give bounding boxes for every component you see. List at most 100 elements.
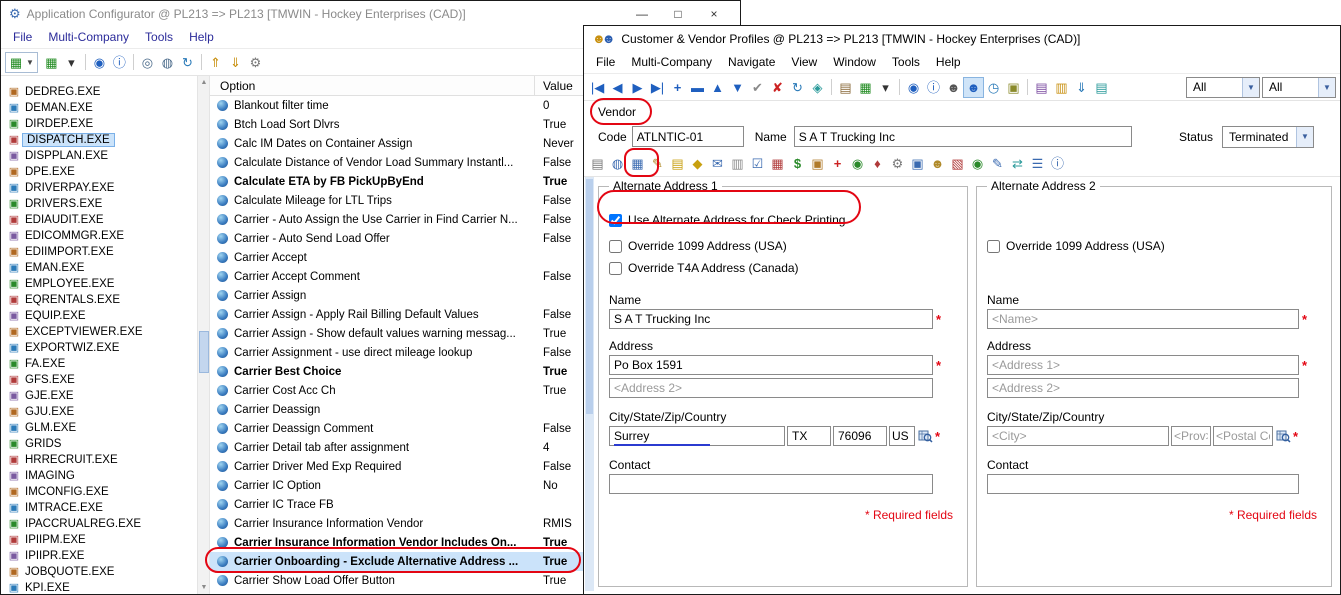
dropdown-arrow-icon[interactable]: ▼ — [1242, 78, 1259, 97]
tree-item[interactable]: ▣ EXPORTWIZ.EXE — [1, 340, 197, 356]
tree-item[interactable]: ▣ IPIIPR.EXE — [1, 548, 197, 564]
target-icon[interactable]: ◉ — [848, 154, 867, 173]
tree-item[interactable]: ▣ DEDREG.EXE — [1, 84, 197, 100]
mail-icon[interactable]: ✉ — [708, 154, 727, 173]
menu-item[interactable]: View — [783, 53, 825, 71]
tree-item[interactable]: ▣ DISPPLAN.EXE — [1, 148, 197, 164]
dropdown-arrow-icon[interactable]: ▼ — [1318, 78, 1335, 97]
list-icon[interactable]: ☰ — [1028, 154, 1047, 173]
export-icon[interactable]: ⇑ — [206, 53, 225, 72]
tree-item[interactable]: ▣ KPI.EXE — [1, 580, 197, 594]
address1-input[interactable] — [987, 355, 1299, 375]
use-alternate-address-checkbox[interactable] — [609, 214, 622, 227]
tree-item[interactable]: ▣ EDICOMMGR.EXE — [1, 228, 197, 244]
checklist-icon[interactable]: ☑ — [748, 154, 767, 173]
find-icon[interactable]: ◍ — [158, 53, 177, 72]
menu-item[interactable]: Tools — [137, 28, 181, 46]
postal-input[interactable] — [1213, 426, 1273, 446]
pin-icon[interactable]: ♦ — [868, 154, 887, 173]
scroll-up-icon[interactable]: ▲ — [198, 76, 210, 89]
address2-input[interactable] — [987, 378, 1299, 398]
tree-item[interactable]: ▣ DPE.EXE — [1, 164, 197, 180]
edit-icon[interactable]: ✎ — [648, 154, 667, 173]
map-icon[interactable]: ▧ — [948, 154, 967, 173]
tree-item[interactable]: ▣ GFS.EXE — [1, 372, 197, 388]
import-icon[interactable]: ⇓ — [226, 53, 245, 72]
cancel-record-icon[interactable]: ✘ — [768, 78, 787, 97]
nav-last-icon[interactable]: ▶| — [648, 78, 667, 97]
scroll-down-icon[interactable]: ▼ — [198, 581, 210, 594]
scrollbar-thumb[interactable] — [199, 331, 209, 373]
tree-item[interactable]: ▣ EMAN.EXE — [1, 260, 197, 276]
tree-item[interactable]: ▣ IPIIPM.EXE — [1, 532, 197, 548]
tree-item[interactable]: ▣ GLM.EXE — [1, 420, 197, 436]
address1-input[interactable] — [609, 355, 933, 375]
add-record-icon[interactable]: + — [668, 78, 687, 97]
history-icon[interactable]: ◷ — [984, 78, 1003, 97]
alternate-address-icon[interactable]: ▦ — [628, 154, 647, 173]
option-column-header[interactable]: Option — [210, 76, 535, 95]
cards-icon[interactable]: ▥ — [728, 154, 747, 173]
value-column-header[interactable]: Value — [535, 79, 573, 93]
dropdown-arrow-icon[interactable]: ▾ — [62, 53, 81, 72]
override-t4a-checkbox[interactable] — [609, 262, 622, 275]
view-mode-icon[interactable]: ◈ — [808, 78, 827, 97]
alt-name-input[interactable] — [987, 309, 1299, 329]
tree-item[interactable]: ▣ IPACCRUALREG.EXE — [1, 516, 197, 532]
menu-item[interactable]: Multi-Company — [623, 53, 720, 71]
equipment-icon[interactable]: ▣ — [1004, 78, 1023, 97]
tree-item[interactable]: ▣ JOBQUOTE.EXE — [1, 564, 197, 580]
dropdown-arrow-icon[interactable]: ▾ — [876, 78, 895, 97]
vertical-scrollbar[interactable] — [585, 177, 594, 591]
title-bar[interactable]: ☻☻ Customer & Vendor Profiles @ PL213 =>… — [584, 26, 1340, 51]
tree-item[interactable]: ▣ DISPATCH.EXE — [1, 132, 197, 148]
title-bar[interactable]: ⚙ Application Configurator @ PL213 => PL… — [1, 1, 740, 26]
grid-icon[interactable]: ▦ — [768, 154, 787, 173]
stamp-icon[interactable]: ▤ — [836, 78, 855, 97]
contact-input[interactable] — [609, 474, 933, 494]
tree-item[interactable]: ▣ EDIAUDIT.EXE — [1, 212, 197, 228]
export-icon[interactable]: ⇓ — [1072, 78, 1091, 97]
city-input[interactable] — [987, 426, 1169, 446]
menu-item[interactable]: Help — [181, 28, 222, 46]
grid-view-icon[interactable]: ▦ — [856, 78, 875, 97]
tree-item[interactable]: ▣ HRRECRUIT.EXE — [1, 452, 197, 468]
dispatch-icon[interactable]: ▣ — [808, 154, 827, 173]
tree-item[interactable]: ▣ EQRENTALS.EXE — [1, 292, 197, 308]
help-icon[interactable]: ◉ — [904, 78, 923, 97]
menu-item[interactable]: Navigate — [720, 53, 783, 71]
address2-input[interactable] — [609, 378, 933, 398]
tree-item[interactable]: ▣ GRIDS — [1, 436, 197, 452]
tree-item[interactable]: ▣ DIRDEP.EXE — [1, 116, 197, 132]
close-button[interactable]: × — [696, 3, 732, 24]
nav-first-icon[interactable]: |◀ — [588, 78, 607, 97]
country-lookup-icon[interactable] — [1275, 428, 1291, 444]
tree-item[interactable]: ▣ GJE.EXE — [1, 388, 197, 404]
scrollbar-thumb[interactable] — [586, 179, 593, 414]
contact-input[interactable] — [987, 474, 1299, 494]
tree-item[interactable]: ▣ DRIVERS.EXE — [1, 196, 197, 212]
tools-icon[interactable]: ⚙ — [888, 154, 907, 173]
documents-icon[interactable]: ▥ — [1052, 78, 1071, 97]
dropdown-arrow-icon[interactable]: ▼ — [1296, 127, 1313, 147]
info-icon[interactable]: ⓘ — [1048, 154, 1067, 173]
info-icon[interactable]: ⓘ — [924, 78, 943, 97]
country-lookup-icon[interactable] — [917, 428, 933, 444]
add-icon[interactable]: + — [828, 154, 847, 173]
print-icon[interactable]: ▤ — [588, 154, 607, 173]
tree-item[interactable]: ▣ FA.EXE — [1, 356, 197, 372]
grid-view-icon[interactable]: ▦ — [42, 53, 61, 72]
override-1099-checkbox[interactable] — [987, 240, 1000, 253]
help-icon[interactable]: ◉ — [90, 53, 109, 72]
reports-icon[interactable]: ▤ — [1092, 78, 1111, 97]
filter-combo-2[interactable]: All ▼ — [1262, 77, 1336, 98]
menu-item[interactable]: Window — [825, 53, 884, 71]
menu-item[interactable]: File — [588, 53, 623, 71]
name-input[interactable] — [794, 126, 1132, 147]
alt-name-input[interactable] — [609, 309, 933, 329]
billing-icon[interactable]: $ — [788, 154, 807, 173]
state-input[interactable] — [787, 426, 831, 446]
minimize-button[interactable]: — — [624, 3, 660, 24]
refresh-icon[interactable]: ↻ — [788, 78, 807, 97]
zip-input[interactable] — [833, 426, 887, 446]
